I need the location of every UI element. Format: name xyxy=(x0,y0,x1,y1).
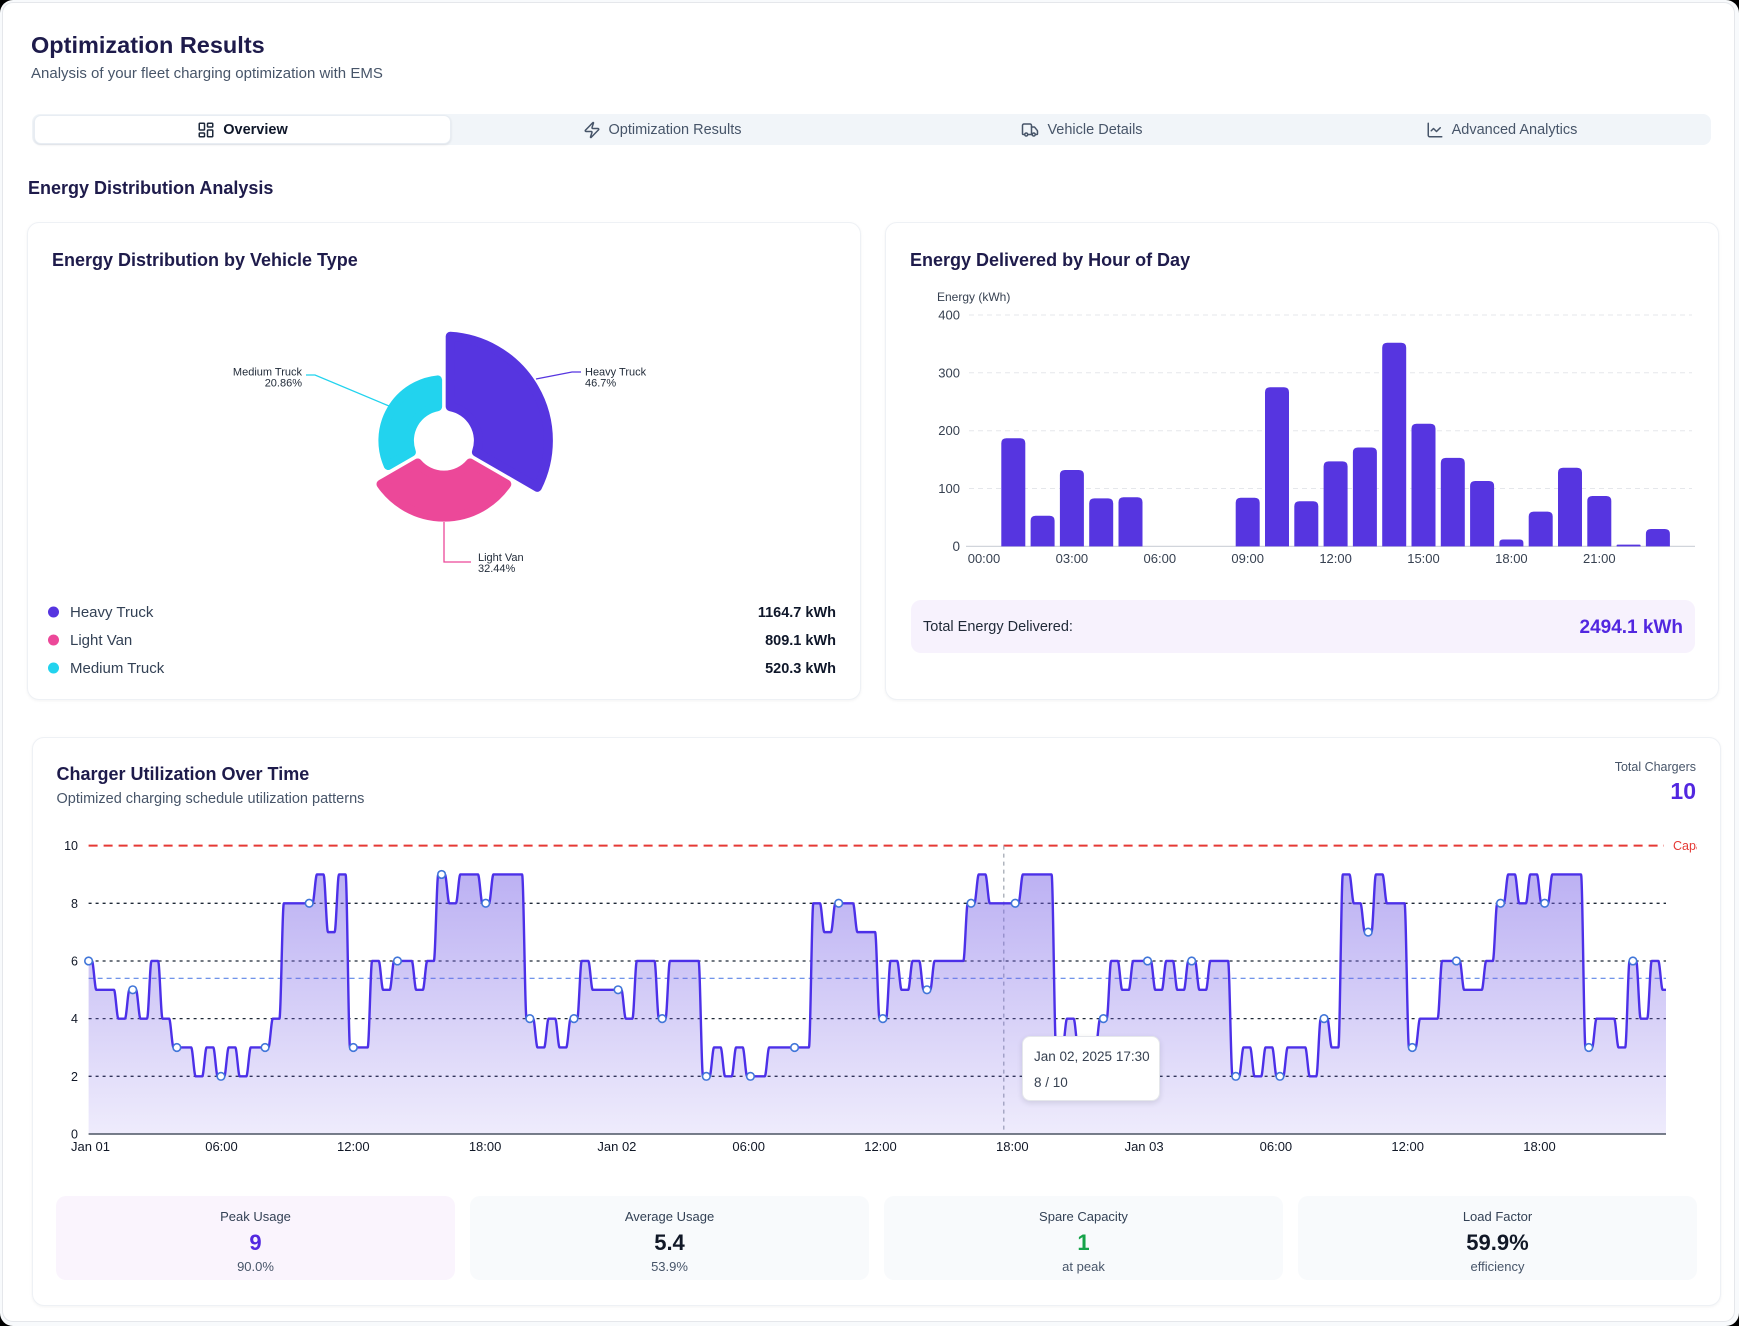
svg-text:12:00: 12:00 xyxy=(864,1139,897,1154)
svg-text:Jan 02: Jan 02 xyxy=(597,1139,636,1154)
svg-text:06:00: 06:00 xyxy=(732,1139,765,1154)
svg-text:18:00: 18:00 xyxy=(996,1139,1029,1154)
svg-text:6: 6 xyxy=(71,955,78,969)
svg-text:Capacity: Capacity xyxy=(1673,839,1722,853)
svg-text:10: 10 xyxy=(64,839,78,853)
svg-text:12:00: 12:00 xyxy=(337,1139,370,1154)
svg-text:06:00: 06:00 xyxy=(1260,1139,1293,1154)
svg-text:2: 2 xyxy=(71,1070,78,1084)
svg-text:18:00: 18:00 xyxy=(469,1139,502,1154)
svg-text:18:00: 18:00 xyxy=(1523,1139,1556,1154)
svg-text:Jan 01: Jan 01 xyxy=(71,1139,110,1154)
svg-text:12:00: 12:00 xyxy=(1391,1139,1424,1154)
svg-text:Jan 03: Jan 03 xyxy=(1125,1139,1164,1154)
svg-text:4: 4 xyxy=(71,1012,78,1026)
svg-text:06:00: 06:00 xyxy=(205,1139,238,1154)
svg-text:8: 8 xyxy=(71,897,78,911)
